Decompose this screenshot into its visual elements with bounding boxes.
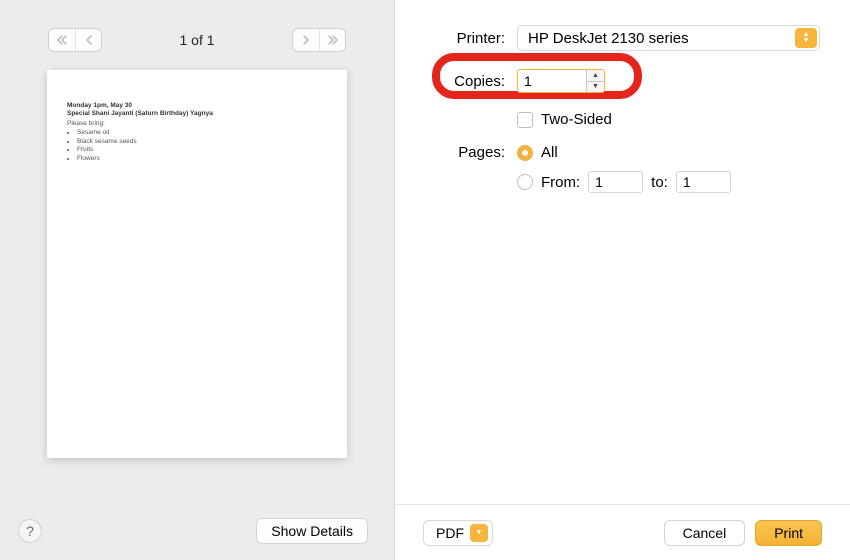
last-page-button[interactable] bbox=[319, 29, 345, 51]
cancel-button[interactable]: Cancel bbox=[664, 520, 746, 546]
preview-nav: 1 of 1 bbox=[0, 0, 394, 62]
doc-list-item: Flowers bbox=[77, 155, 327, 163]
pages-to-input[interactable] bbox=[676, 171, 731, 193]
page-indicator: 1 of 1 bbox=[179, 32, 214, 48]
stepper-up-icon[interactable]: ▲ bbox=[587, 70, 604, 82]
pages-all-radio[interactable] bbox=[517, 145, 533, 161]
pages-from-input[interactable] bbox=[588, 171, 643, 193]
next-page-button[interactable] bbox=[293, 29, 319, 51]
preview-pane: 1 of 1 Monday 1pm, May 30 Special Shani … bbox=[0, 0, 395, 560]
action-buttons: Cancel Print bbox=[664, 520, 822, 546]
pages-to-label: to: bbox=[651, 174, 668, 191]
two-sided-label: Two-Sided bbox=[541, 111, 612, 128]
printer-value: HP DeskJet 2130 series bbox=[528, 30, 689, 47]
pages-all-label: All bbox=[541, 144, 558, 161]
pages-label: Pages: bbox=[425, 144, 505, 161]
prev-page-group bbox=[48, 28, 102, 52]
doc-line-2: Special Shani Jayanti (Saturn Birthday) … bbox=[67, 110, 327, 118]
document-preview: Monday 1pm, May 30 Special Shani Jayanti… bbox=[47, 70, 347, 458]
pages-range-row: From: to: bbox=[517, 171, 820, 193]
doc-list-item: Black sesame seeds bbox=[77, 138, 327, 146]
left-bottom-bar: ? Show Details bbox=[0, 518, 394, 544]
pages-from-label: From: bbox=[541, 174, 580, 191]
two-sided-checkbox[interactable] bbox=[517, 112, 533, 128]
pdf-dropdown[interactable]: PDF ▼ bbox=[423, 520, 493, 546]
help-button[interactable]: ? bbox=[18, 519, 42, 543]
copies-label: Copies: bbox=[425, 73, 505, 90]
doc-list-item: Fruits bbox=[77, 146, 327, 154]
doc-line-1: Monday 1pm, May 30 bbox=[67, 102, 327, 110]
help-icon: ? bbox=[26, 523, 34, 539]
stepper-down-icon[interactable]: ▼ bbox=[587, 82, 604, 93]
settings-pane: Printer: HP DeskJet 2130 series ▲▼ Copie… bbox=[395, 0, 850, 560]
show-details-button[interactable]: Show Details bbox=[256, 518, 368, 544]
doc-list: Sesame oil Black sesame seeds Fruits Flo… bbox=[77, 129, 327, 163]
pages-row: Pages: All bbox=[425, 144, 820, 161]
printer-select[interactable]: HP DeskJet 2130 series ▲▼ bbox=[517, 25, 820, 51]
print-button[interactable]: Print bbox=[755, 520, 822, 546]
copies-stepper: ▲ ▼ bbox=[586, 70, 604, 92]
doc-list-item: Sesame oil bbox=[77, 129, 327, 137]
first-page-button[interactable] bbox=[49, 29, 75, 51]
two-sided-row: Two-Sided bbox=[517, 111, 820, 128]
printer-label: Printer: bbox=[425, 30, 505, 47]
prev-page-button[interactable] bbox=[75, 29, 101, 51]
printer-row: Printer: HP DeskJet 2130 series ▲▼ bbox=[425, 25, 820, 51]
copies-input[interactable] bbox=[518, 70, 578, 92]
next-page-group bbox=[292, 28, 346, 52]
copies-row: Copies: ▲ ▼ bbox=[425, 69, 820, 93]
pdf-label: PDF bbox=[436, 525, 464, 541]
chevron-down-icon: ▼ bbox=[470, 524, 488, 542]
right-bottom-bar: PDF ▼ Cancel Print bbox=[395, 504, 850, 560]
doc-line-3: Please bring: bbox=[67, 120, 327, 128]
pages-range-radio[interactable] bbox=[517, 174, 533, 190]
select-arrows-icon: ▲▼ bbox=[795, 28, 817, 48]
copies-field-wrap: ▲ ▼ bbox=[517, 69, 605, 93]
